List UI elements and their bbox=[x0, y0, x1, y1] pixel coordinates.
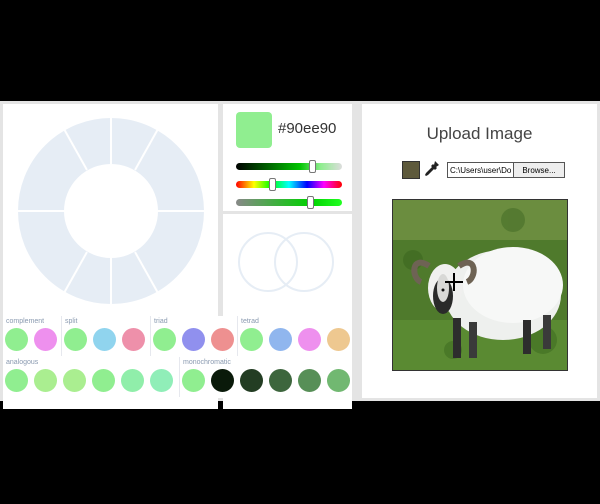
scheme-label: split bbox=[65, 318, 78, 325]
tetrad-swatch-4[interactable] bbox=[327, 328, 350, 351]
analogous-swatch-6[interactable] bbox=[150, 369, 173, 392]
triad-swatch-3[interactable] bbox=[211, 328, 234, 351]
file-path-input[interactable]: C:\Users\user\Do bbox=[447, 162, 514, 178]
analogous-swatch-3[interactable] bbox=[63, 369, 86, 392]
monochromatic-swatch-5[interactable] bbox=[298, 369, 321, 392]
upload-image-panel: Upload Image C:\Users\user\Do Browse... bbox=[362, 104, 597, 398]
color-controls-panel: #90ee90 bbox=[223, 104, 352, 211]
hue-slider[interactable] bbox=[236, 178, 342, 191]
analogous-swatch-2[interactable] bbox=[34, 369, 57, 392]
tetrad-swatch-2[interactable] bbox=[269, 328, 292, 351]
monochromatic-swatch-4[interactable] bbox=[269, 369, 292, 392]
color-wheel[interactable] bbox=[16, 116, 206, 306]
scheme-label: triad bbox=[154, 318, 168, 325]
monochromatic-swatch-1[interactable] bbox=[182, 369, 205, 392]
analogous-swatch-1[interactable] bbox=[5, 369, 28, 392]
saturation-slider[interactable] bbox=[236, 160, 342, 173]
scheme-label: analogous bbox=[6, 359, 39, 366]
monochromatic-swatch-3[interactable] bbox=[240, 369, 263, 392]
venn-diagram bbox=[238, 232, 334, 292]
eyedropper-icon[interactable] bbox=[424, 160, 440, 178]
split-swatch-1[interactable] bbox=[64, 328, 87, 351]
picked-color-swatch bbox=[402, 161, 420, 179]
current-color-swatch bbox=[236, 112, 272, 148]
hex-value[interactable]: #90ee90 bbox=[278, 120, 336, 137]
complement-swatch-1[interactable] bbox=[5, 328, 28, 351]
scheme-label: complement bbox=[6, 318, 45, 325]
scheme-label: monochromatic bbox=[183, 359, 231, 366]
lightness-slider-thumb[interactable] bbox=[307, 196, 315, 209]
scheme-label: tetrad bbox=[241, 318, 259, 325]
complement-swatch-2[interactable] bbox=[34, 328, 57, 351]
tetrad-swatch-3[interactable] bbox=[298, 328, 321, 351]
split-swatch-2[interactable] bbox=[93, 328, 116, 351]
uploaded-photo-sheep[interactable] bbox=[392, 199, 568, 371]
color-schemes-panel: complement split triad tetrad analogous … bbox=[3, 316, 352, 398]
color-tool-app: #90ee90 complement split triad tetrad an… bbox=[0, 101, 600, 409]
analogous-swatch-4[interactable] bbox=[92, 369, 115, 392]
triad-swatch-2[interactable] bbox=[182, 328, 205, 351]
browse-button[interactable]: Browse... bbox=[513, 162, 565, 178]
triad-swatch-1[interactable] bbox=[153, 328, 176, 351]
split-swatch-3[interactable] bbox=[122, 328, 145, 351]
saturation-slider-thumb[interactable] bbox=[309, 160, 317, 173]
monochromatic-swatch-2[interactable] bbox=[211, 369, 234, 392]
hue-slider-thumb[interactable] bbox=[268, 178, 276, 191]
analogous-swatch-5[interactable] bbox=[121, 369, 144, 392]
monochromatic-swatch-6[interactable] bbox=[327, 369, 350, 392]
lightness-slider[interactable] bbox=[236, 196, 342, 209]
tetrad-swatch-1[interactable] bbox=[240, 328, 263, 351]
upload-title: Upload Image bbox=[426, 124, 533, 143]
